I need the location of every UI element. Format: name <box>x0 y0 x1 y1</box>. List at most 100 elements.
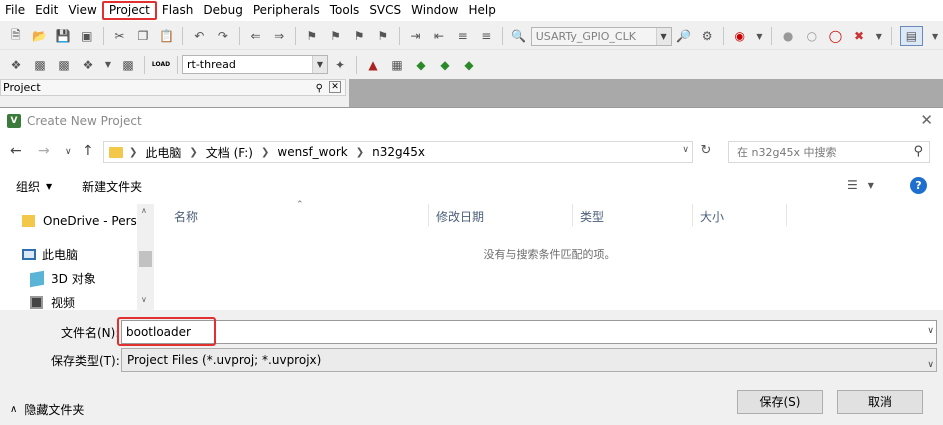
menu-edit[interactable]: Edit <box>30 1 63 20</box>
paste-icon[interactable]: 📋 <box>159 28 175 44</box>
menu-window[interactable]: Window <box>406 1 463 20</box>
undo-icon[interactable]: ↶ <box>191 28 207 44</box>
column-divider[interactable] <box>572 204 573 226</box>
cancel-button[interactable]: 取消 <box>837 390 923 414</box>
column-divider[interactable] <box>786 204 787 226</box>
bookmark-next-icon[interactable]: ⚑ <box>351 28 367 44</box>
save-button[interactable]: 保存(S) <box>737 390 823 414</box>
new-folder-button[interactable]: 新建文件夹 <box>82 178 142 195</box>
menu-flash[interactable]: Flash <box>157 1 198 20</box>
debug-session-icon[interactable]: ◉ <box>732 28 748 44</box>
column-header-name[interactable]: 名称 <box>174 208 198 225</box>
column-divider[interactable] <box>692 204 693 226</box>
manage-components-icon[interactable]: ▲ <box>365 57 381 73</box>
close-icon[interactable]: ✕ <box>920 111 933 129</box>
scroll-up-icon[interactable]: ∧ <box>141 206 147 215</box>
symbol-combo[interactable]: USARTy_GPIO_CLK ▼ <box>530 26 672 46</box>
redo-icon[interactable]: ↷ <box>215 28 231 44</box>
chevron-down-icon[interactable]: ▼ <box>655 27 671 45</box>
breadcrumb-this-pc[interactable]: 此电脑 <box>145 144 181 161</box>
nav-scrollbar[interactable]: ∧ ∨ <box>137 204 154 310</box>
breakpoint-kill-icon[interactable]: ✖ <box>851 28 867 44</box>
menu-debug[interactable]: Debug <box>198 1 247 20</box>
up-icon[interactable]: ↑ <box>82 143 94 159</box>
column-header-type[interactable]: 类型 <box>580 208 604 225</box>
translate-icon[interactable]: ❖ <box>8 57 24 73</box>
back-icon[interactable]: ← <box>10 143 22 159</box>
hide-folders-toggle[interactable]: ∧ 隐藏文件夹 <box>10 401 84 418</box>
menu-peripherals[interactable]: Peripherals <box>248 1 325 20</box>
window-layout-icon[interactable]: ▤ <box>899 26 924 46</box>
target-combo[interactable]: rt-thread ▼ <box>182 55 328 74</box>
select-packs-icon[interactable]: ◆ <box>437 57 453 73</box>
forward-icon[interactable]: → <box>38 143 50 159</box>
scrollbar-thumb[interactable] <box>139 251 152 267</box>
nav-back-icon[interactable]: ⇐ <box>248 28 264 44</box>
filename-input[interactable] <box>126 323 906 341</box>
comment-icon[interactable]: ≡ <box>455 28 471 44</box>
batch-build-icon[interactable]: ❖ <box>80 57 96 73</box>
bookmark-prev-icon[interactable]: ⚑ <box>328 28 344 44</box>
open-folder-icon[interactable]: 📂 <box>32 28 48 44</box>
view-options-button[interactable]: ☰ ▼ <box>847 178 874 192</box>
breakpoint-disable-all-icon[interactable]: ◯ <box>828 28 844 44</box>
chevron-down-icon[interactable]: ∨ <box>682 145 689 155</box>
menu-project[interactable]: Project <box>101 1 157 20</box>
find-icon[interactable]: 🔎 <box>676 28 692 44</box>
scroll-down-icon[interactable]: ∨ <box>141 295 147 304</box>
chevron-down-icon[interactable]: ▼ <box>312 56 327 73</box>
search-input[interactable]: 在 n32g45x 中搜索 ⚲ <box>728 141 930 163</box>
filename-field[interactable]: ∨ <box>117 317 937 346</box>
nav-item-this-pc[interactable]: 此电脑 <box>22 246 78 263</box>
find-in-files-icon[interactable]: 🔍 <box>511 28 527 44</box>
save-all-icon[interactable]: ▣ <box>79 28 95 44</box>
breadcrumb-drive[interactable]: 文档 (F:) <box>206 144 253 161</box>
organize-button[interactable]: 组织 ▼ <box>16 178 52 195</box>
column-divider[interactable] <box>428 204 429 226</box>
recent-locations-icon[interactable]: ∨ <box>65 147 72 157</box>
rebuild-icon[interactable]: ▩ <box>56 57 72 73</box>
cut-icon[interactable]: ✂ <box>112 28 128 44</box>
menu-svcs[interactable]: SVCS <box>364 1 406 20</box>
bookmark-icon[interactable]: ⚑ <box>304 28 320 44</box>
column-header-modified[interactable]: 修改日期 <box>436 208 484 225</box>
build-icon[interactable]: ▩ <box>32 57 48 73</box>
close-icon[interactable]: ✕ <box>329 81 341 93</box>
column-header-size[interactable]: 大小 <box>700 208 724 225</box>
bookmark-clear-icon[interactable]: ⚑ <box>375 28 391 44</box>
breadcrumb-n32g45x[interactable]: n32g45x <box>372 145 425 159</box>
search-icon[interactable]: ⚲ <box>913 144 923 159</box>
nav-item-videos[interactable]: 视频 <box>30 294 75 311</box>
chevron-down-icon[interactable]: ▼ <box>756 28 764 44</box>
save-icon[interactable]: 💾 <box>55 28 71 44</box>
chevron-down-icon[interactable]: ▼ <box>931 28 939 44</box>
nav-item-3d-objects[interactable]: 3D 对象 <box>30 270 96 287</box>
menu-file[interactable]: File <box>0 1 30 20</box>
filetype-select[interactable]: Project Files (*.uvproj; *.uvprojx) ∨ <box>121 348 937 372</box>
breadcrumb-wensf-work[interactable]: wensf_work <box>277 145 347 159</box>
nav-item-onedrive[interactable]: OneDrive - Perso <box>22 214 144 228</box>
copy-icon[interactable]: ❐ <box>135 28 151 44</box>
help-icon[interactable]: ? <box>910 177 927 194</box>
file-extensions-icon[interactable]: ▦ <box>389 57 405 73</box>
refresh-icon[interactable]: ↻ <box>696 143 716 163</box>
nav-forward-icon[interactable]: ⇒ <box>271 28 287 44</box>
indent-icon[interactable]: ⇥ <box>408 28 424 44</box>
pack-installer-icon[interactable]: ◆ <box>413 57 429 73</box>
breakpoint-disable-icon[interactable]: ○ <box>804 28 820 44</box>
menu-help[interactable]: Help <box>463 1 500 20</box>
tools-icon[interactable]: ⚙ <box>699 28 715 44</box>
unindent-icon[interactable]: ⇤ <box>431 28 447 44</box>
menu-tools[interactable]: Tools <box>325 1 365 20</box>
chevron-down-icon[interactable]: ∨ <box>927 326 934 336</box>
chevron-down-icon[interactable]: ▼ <box>875 28 883 44</box>
address-bar[interactable]: ❯ 此电脑 ❯ 文档 (F:) ❯ wensf_work ❯ n32g45x ∨ <box>103 141 693 163</box>
menu-view[interactable]: View <box>63 1 101 20</box>
target-options-icon[interactable]: ✦ <box>332 57 348 73</box>
stop-build-icon[interactable]: ▩ <box>120 57 136 73</box>
run-time-env-icon[interactable]: ◆ <box>461 57 477 73</box>
chevron-down-icon[interactable]: ▼ <box>104 57 112 73</box>
download-icon[interactable]: LOAD <box>152 57 170 73</box>
pin-icon[interactable]: ⚲ <box>316 81 323 96</box>
breakpoint-icon[interactable]: ● <box>780 28 796 44</box>
